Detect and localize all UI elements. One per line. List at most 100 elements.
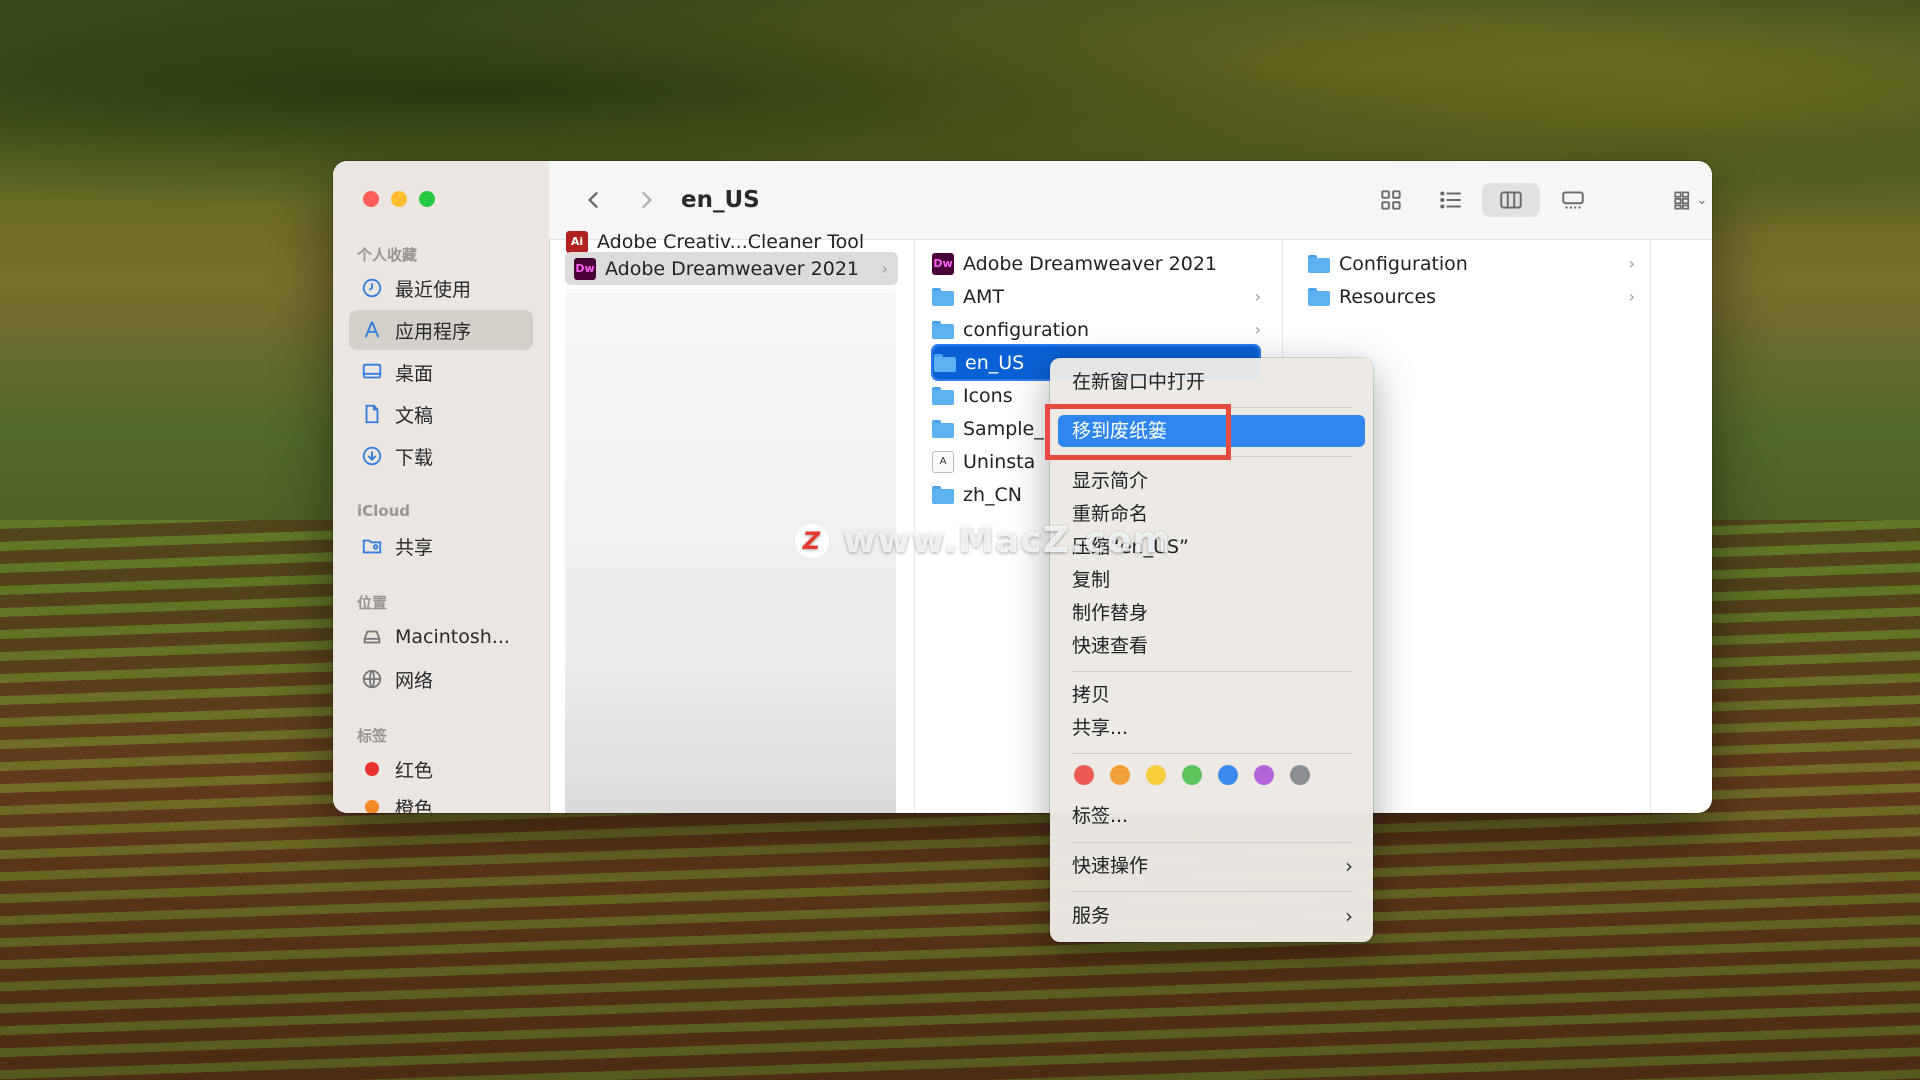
back-button[interactable] (579, 183, 609, 217)
tag-gray-swatch[interactable] (1290, 765, 1310, 785)
minimize-button[interactable] (391, 191, 407, 207)
menu-item-copy[interactable]: 拷贝 (1072, 679, 1110, 711)
file-name: Icons (963, 384, 1013, 407)
tag-dot-icon (358, 762, 386, 776)
menu-item-duplicate[interactable]: 复制 (1072, 564, 1110, 596)
file-name: AMT (963, 285, 1004, 308)
chevron-right-icon: › (881, 259, 888, 278)
folder-icon (931, 485, 955, 505)
sidebar-item-label: 共享 (395, 536, 434, 559)
tag-orange-swatch[interactable] (1110, 765, 1130, 785)
finder-window: 个人收藏 最近使用 应用程序 桌面 文稿 下载 iCloud 共享 位置 Mac… (333, 161, 1712, 813)
dreamweaver-icon: Dw (931, 252, 955, 275)
list-item[interactable]: configuration › (931, 313, 1271, 346)
forward-button[interactable] (631, 183, 661, 217)
sidebar-item-label: 橙色 (395, 797, 434, 814)
sidebar-item-tag-orange[interactable]: 橙色 (349, 787, 533, 813)
tag-purple-swatch[interactable] (1254, 765, 1274, 785)
view-icons-button[interactable] (1373, 183, 1409, 217)
chevron-right-icon: › (1628, 287, 1635, 306)
menu-separator (1072, 842, 1352, 843)
sidebar-item-tag-red[interactable]: 红色 (349, 749, 533, 789)
chevron-left-icon (587, 191, 599, 209)
menu-item-quick-actions[interactable]: 快速操作 (1072, 850, 1352, 882)
watermark-logo-icon: Z (795, 523, 829, 558)
menu-separator (1072, 891, 1352, 892)
window-title: en_US (681, 187, 760, 213)
sidebar-item-documents[interactable]: 文稿 (349, 394, 533, 434)
close-button[interactable] (363, 191, 379, 207)
chevron-right-icon: › (1345, 854, 1353, 878)
sidebar-header-locations: 位置 (357, 594, 388, 612)
menu-item-label: 服务 (1072, 905, 1111, 927)
desktop-icon (358, 361, 386, 383)
folder-icon (931, 287, 955, 307)
sidebar-header-tags: 标签 (357, 727, 388, 745)
file-name: Adobe Dreamweaver 2021 (605, 257, 860, 280)
group-grid-icon (1673, 191, 1689, 210)
sidebar: 个人收藏 最近使用 应用程序 桌面 文稿 下载 iCloud 共享 位置 Mac… (333, 161, 550, 813)
folder-icon (931, 386, 955, 406)
chevron-right-icon (641, 191, 653, 209)
view-columns-button[interactable] (1482, 183, 1540, 217)
sidebar-item-desktop[interactable]: 桌面 (349, 352, 533, 392)
list-icon (1440, 191, 1461, 209)
folder-icon (931, 419, 955, 439)
menu-item-share[interactable]: 共享... (1072, 712, 1128, 744)
watermark-text: www.MacZ.com (843, 520, 1171, 561)
disk-icon (358, 626, 386, 648)
file-name: Resources (1339, 285, 1437, 308)
sidebar-item-downloads[interactable]: 下载 (349, 436, 533, 476)
sidebar-item-label: 下载 (395, 446, 434, 469)
group-button[interactable]: ⌄ (1661, 183, 1712, 217)
menu-separator (1072, 753, 1352, 754)
file-name: Adobe Creativ...Cleaner Tool (597, 230, 865, 253)
folder-icon (931, 320, 955, 340)
menu-separator (1072, 671, 1352, 672)
clock-icon (358, 277, 386, 299)
tag-blue-swatch[interactable] (1218, 765, 1238, 785)
annotation-highlight-box (1045, 404, 1231, 460)
menu-item-label: 快速操作 (1072, 855, 1149, 877)
chevron-right-icon: › (1254, 320, 1261, 339)
tag-yellow-swatch[interactable] (1146, 765, 1166, 785)
network-icon (358, 668, 386, 690)
menu-item-open-new-window[interactable]: 在新窗口中打开 (1072, 366, 1205, 398)
list-item-selected[interactable]: Dw Adobe Dreamweaver 2021 › (565, 252, 898, 285)
sidebar-item-macintosh[interactable]: Macintosh... (349, 617, 533, 657)
chevron-down-icon: ⌄ (1696, 192, 1708, 208)
tag-dot-icon (358, 800, 386, 813)
sidebar-item-label: 应用程序 (395, 320, 472, 343)
view-gallery-button[interactable] (1553, 183, 1593, 217)
chevron-right-icon: › (1254, 287, 1261, 306)
list-item[interactable]: AMT › (931, 280, 1271, 313)
grid-icon (1381, 190, 1401, 210)
tag-green-swatch[interactable] (1182, 765, 1202, 785)
menu-item-make-alias[interactable]: 制作替身 (1072, 597, 1148, 629)
file-name: zh_CN (963, 483, 1022, 506)
columns-icon (1500, 191, 1522, 209)
sidebar-item-shared[interactable]: 共享 (349, 526, 533, 566)
sidebar-item-label: 网络 (395, 669, 434, 692)
sidebar-item-recents[interactable]: 最近使用 (349, 268, 533, 308)
menu-item-get-info[interactable]: 显示简介 (1072, 465, 1148, 497)
file-name: Uninsta (963, 450, 1036, 473)
menu-item-services[interactable]: 服务 (1072, 900, 1352, 932)
app-icon: Ai (565, 230, 589, 253)
chevron-right-icon: › (1628, 254, 1635, 273)
sidebar-item-label: Macintosh... (395, 626, 510, 648)
zoom-button[interactable] (419, 191, 435, 207)
menu-tag-colors (1074, 765, 1310, 785)
menu-item-quick-look[interactable]: 快速查看 (1072, 630, 1148, 662)
chevron-right-icon: › (1345, 904, 1353, 928)
list-item[interactable]: Configuration › (1307, 247, 1645, 280)
sidebar-item-label: 最近使用 (395, 278, 472, 301)
download-icon (358, 445, 386, 467)
list-item[interactable]: Dw Adobe Dreamweaver 2021 (931, 247, 1271, 280)
sidebar-item-network[interactable]: 网络 (349, 659, 533, 699)
tag-red-swatch[interactable] (1074, 765, 1094, 785)
list-item[interactable]: Resources › (1307, 280, 1645, 313)
sidebar-item-applications[interactable]: 应用程序 (349, 310, 533, 350)
view-list-button[interactable] (1433, 183, 1469, 217)
menu-item-tags[interactable]: 标签... (1072, 800, 1128, 832)
